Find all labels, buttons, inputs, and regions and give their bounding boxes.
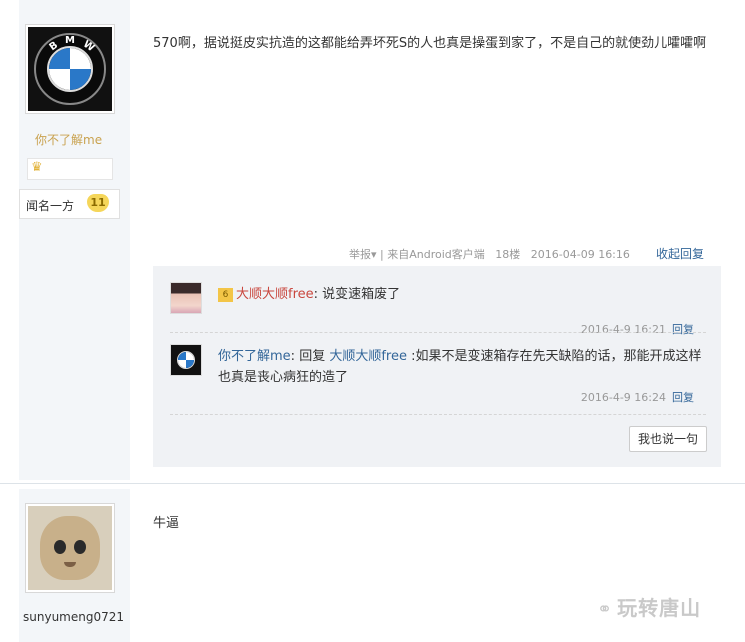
comment-time: 2016-4-9 16:24 <box>580 391 666 404</box>
comment-reply-link[interactable]: 回复 <box>672 323 694 336</box>
post1-username[interactable]: 你不了解me <box>35 131 102 148</box>
comment-text: :如果不是变速箱存在先天缺陷的话，那能开成这样也真是丧心病狂的造了 <box>218 349 702 385</box>
floor-number: 18楼 <box>495 248 521 261</box>
comment-meta: 2016-4-9 16:24 回复 <box>581 389 694 405</box>
add-comment-button[interactable]: 我也说一句 <box>628 426 707 452</box>
post2-content: 牛逼 <box>153 516 180 531</box>
post1-meta: 举报▾ | 来自Android客户端 18楼 2016-04-09 16:16 <box>349 248 630 261</box>
toy-avatar-icon <box>28 506 112 590</box>
comment-body: 6 大顺大顺free: 说变速箱废了 <box>218 284 708 305</box>
post2-author-panel: sunyumeng0721 <box>19 489 130 642</box>
post-separator <box>0 483 745 484</box>
comment-avatar[interactable] <box>170 344 202 376</box>
dropdown-arrow-icon[interactable]: ▾ <box>371 248 377 261</box>
post2-username[interactable]: sunyumeng0721 <box>23 610 124 624</box>
vip-badge-icon: 6 <box>218 288 233 302</box>
collapse-replies-link[interactable]: 收起回复 <box>656 245 704 262</box>
rank-badge: 闻名一方 11 <box>19 189 120 219</box>
reply-word: 回复 <box>299 349 326 364</box>
post-timestamp: 2016-04-09 16:16 <box>530 248 630 261</box>
comment-reply-link[interactable]: 回复 <box>672 391 694 404</box>
watermark: ⚭ 玩转唐山 <box>597 592 701 621</box>
watermark-text: 玩转唐山 <box>617 596 702 620</box>
comment-meta: 2016-4-9 16:21 回复 <box>581 321 694 337</box>
post2-avatar[interactable] <box>25 503 115 593</box>
wechat-icon: ⚭ <box>597 599 614 620</box>
comment-body: 你不了解me: 回复 大顺大顺free :如果不是变速箱存在先天缺陷的话，那能开… <box>218 349 702 385</box>
reply-panel: 6 大顺大顺free: 说变速箱废了 2016-4-9 16:21 回复 你不了解m… <box>153 266 721 467</box>
member-badge: ♛ <box>27 158 113 180</box>
comment-time: 2016-4-9 16:21 <box>580 323 666 336</box>
post1-avatar[interactable]: B M W <box>25 24 115 114</box>
comment-username[interactable]: 你不了解me <box>218 349 291 364</box>
comment-avatar[interactable] <box>170 282 202 314</box>
comment-divider <box>170 414 706 415</box>
comment-text: 说变速箱废了 <box>322 287 401 302</box>
report-link[interactable]: 举报 <box>349 248 371 261</box>
post-source: 来自Android客户端 <box>387 248 485 261</box>
comment-divider <box>170 332 706 333</box>
reply-target-username[interactable]: 大顺大顺free <box>329 349 407 364</box>
post1-author-panel: B M W 你不了解me ♛ 闻名一方 11 <box>19 0 130 480</box>
crown-icon: ♛ <box>31 160 43 175</box>
comment-item: 你不了解me: 回复 大顺大顺free :如果不是变速箱存在先天缺陷的话，那能开… <box>170 344 706 408</box>
comment-item: 6 大顺大顺free: 说变速箱废了 2016-4-9 16:21 回复 <box>170 282 706 342</box>
level-badge: 11 <box>87 194 109 212</box>
post1-content: 570啊，据说挺皮实抗造的这都能给弄坏死S的人也真是操蛋到家了，不是自己的就使劲… <box>153 36 707 51</box>
bmw-logo-icon: B M W <box>28 27 112 111</box>
comment-username[interactable]: 大顺大顺free <box>236 287 314 302</box>
rank-label: 闻名一方 <box>26 199 75 213</box>
